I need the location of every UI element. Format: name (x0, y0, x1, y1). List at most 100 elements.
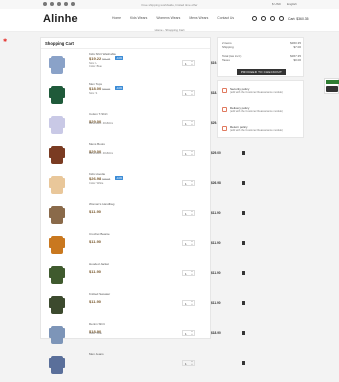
summary-row: Shipping $7.00 (222, 45, 301, 49)
quantity-stepper[interactable]: 1 ▲ ▼ (182, 120, 195, 126)
product-name[interactable]: Mens Boots (89, 142, 105, 146)
header-icons: Cart: $360.35 (252, 16, 309, 21)
trash-icon[interactable] (242, 331, 245, 335)
side-tab-icon[interactable]: ✱ (3, 38, 7, 44)
stepper-arrows[interactable]: ▲ ▼ (191, 121, 193, 126)
breadcrumb-current: Shopping Cart (165, 28, 185, 32)
line-total: $11.90 (211, 271, 221, 275)
product-thumbnail[interactable] (48, 233, 66, 257)
quantity-stepper[interactable]: 1 ▲ ▼ (182, 90, 195, 96)
product-thumbnail[interactable] (48, 83, 66, 107)
breadcrumb: Home › Shopping Cart (154, 28, 185, 32)
product-thumbnail[interactable] (48, 293, 66, 317)
user-icon[interactable] (261, 16, 266, 21)
quantity-stepper[interactable]: 1 ▲ ▼ (182, 240, 195, 246)
product-name[interactable]: Knitted Sweater (89, 292, 110, 296)
discount-badge: -10% (115, 56, 124, 60)
quantity-stepper[interactable]: 1 ▲ ▼ (182, 270, 195, 276)
product-name[interactable]: Crochet Beanie (89, 232, 110, 236)
stepper-arrows[interactable]: ▲ ▼ (191, 91, 193, 96)
product-price: $11.90 (89, 239, 102, 244)
product-attribute: Dimension: 40x60cm (89, 122, 114, 125)
stepper-arrows[interactable]: ▲ ▼ (191, 271, 193, 276)
logo[interactable]: Alinhe (43, 13, 78, 25)
trash-icon[interactable] (242, 271, 245, 275)
line-total: $26.98 (211, 181, 221, 185)
cart-row: Kids Shirt Washable $19.22$21.35 -10% Size:… (41, 50, 245, 80)
cart-row: Crochet Beanie $11.90 1 ▲ ▼ $11.90 (41, 230, 245, 260)
return-policy: Return policy (edit with the Customer Re… (222, 125, 302, 139)
currency-selector[interactable]: $ USD (272, 2, 281, 6)
trash-icon[interactable] (242, 361, 245, 365)
stepper-arrows[interactable]: ▲ ▼ (191, 151, 193, 156)
product-thumbnail[interactable] (48, 323, 66, 347)
product-thumbnail[interactable] (48, 353, 66, 377)
cart-row: Cotton T-Shirt $29.00 Dimension: 40x60cm 1 ▲… (41, 110, 245, 140)
product-attribute: Color: White (89, 182, 104, 185)
cart-row: Men Tops $18.00$20.00 -10% Size: S 1 ▲ ▼ $18.00 (41, 80, 245, 110)
trash-icon[interactable] (242, 181, 245, 185)
line-total: $11.90 (211, 211, 221, 215)
quantity-stepper[interactable]: 1 ▲ ▼ (182, 330, 195, 336)
product-attribute: Dimension: 40x60cm (89, 152, 114, 155)
product-name[interactable]: Woman's Handbag (89, 202, 114, 206)
delivery-policy: Delivery policy (edit with the Customer … (222, 106, 302, 120)
product-price: $19.22$21.35 (89, 56, 111, 61)
product-price: $26.98$28.98 (89, 176, 111, 181)
nav-kids-wears[interactable]: Kids Wears (130, 16, 147, 20)
floating-widget[interactable] (324, 78, 339, 94)
stepper-arrows[interactable]: ▲ ▼ (191, 181, 193, 186)
quantity-stepper[interactable]: 1 ▲ ▼ (182, 180, 195, 186)
stepper-arrows[interactable]: ▲ ▼ (191, 361, 193, 366)
stepper-arrows[interactable]: ▲ ▼ (191, 61, 193, 66)
cart-row: Mens Boots $29.00 Dimension: 40x60cm 1 ▲ ▼ $29… (41, 140, 245, 170)
product-thumbnail[interactable] (48, 173, 66, 197)
trash-icon[interactable] (242, 241, 245, 245)
divider (41, 48, 210, 49)
nav-womens-wears[interactable]: Womens Wears (156, 16, 180, 20)
quantity-stepper[interactable]: 1 ▲ ▼ (182, 150, 195, 156)
product-name[interactable]: Cotton T-Shirt (89, 112, 107, 116)
nav-contact-us[interactable]: Contact Us (217, 16, 234, 20)
product-price: $11.90 (89, 269, 102, 274)
product-thumbnail[interactable] (48, 53, 66, 77)
stepper-arrows[interactable]: ▲ ▼ (191, 301, 193, 306)
checkout-button[interactable]: PROCEED TO CHECKOUT (237, 69, 286, 75)
search-icon[interactable] (252, 16, 257, 21)
quantity-stepper[interactable]: 1 ▲ ▼ (182, 360, 195, 366)
trash-icon[interactable] (242, 301, 245, 305)
heart-icon[interactable] (270, 16, 275, 21)
truck-icon (222, 107, 227, 112)
line-total: $11.90 (211, 301, 221, 305)
main-nav: Home Kids Wears Womens Wears Mens Wears … (112, 16, 234, 20)
cart-row: Knitted Sweater $11.90 1 ▲ ▼ $11.90 (41, 290, 245, 320)
discount-badge: -10% (115, 176, 124, 180)
quantity-stepper[interactable]: 1 ▲ ▼ (182, 210, 195, 216)
quantity-stepper[interactable]: 1 ▲ ▼ (182, 300, 195, 306)
product-price (89, 359, 90, 364)
product-name[interactable]: Hooded Jacket (89, 262, 109, 266)
language-selector[interactable]: English (287, 2, 297, 6)
cart-row: Men Jeans 1 ▲ ▼ (41, 350, 245, 380)
discount-badge: -10% (115, 86, 124, 90)
stepper-arrows[interactable]: ▲ ▼ (191, 331, 193, 336)
nav-home[interactable]: Home (112, 16, 121, 20)
breadcrumb-home[interactable]: Home (155, 28, 163, 32)
cart-button[interactable]: Cart: $360.35 (288, 17, 309, 21)
product-thumbnail[interactable] (48, 263, 66, 287)
cart-title: Shopping Cart (45, 41, 74, 46)
stepper-arrows[interactable]: ▲ ▼ (191, 211, 193, 216)
trash-icon[interactable] (242, 211, 245, 215)
trash-icon[interactable] (242, 151, 245, 155)
product-thumbnail[interactable] (48, 113, 66, 137)
shield-icon (222, 88, 227, 93)
widget-button[interactable] (326, 86, 338, 92)
quantity-stepper[interactable]: 1 ▲ ▼ (182, 60, 195, 66)
product-name[interactable]: Denim Shirt (89, 322, 105, 326)
nav-mens-wears[interactable]: Mens Wears (189, 16, 208, 20)
product-thumbnail[interactable] (48, 143, 66, 167)
stepper-arrows[interactable]: ▲ ▼ (191, 241, 193, 246)
product-name[interactable]: Men Jeans (89, 352, 104, 356)
compare-icon[interactable] (279, 16, 284, 21)
product-thumbnail[interactable] (48, 203, 66, 227)
